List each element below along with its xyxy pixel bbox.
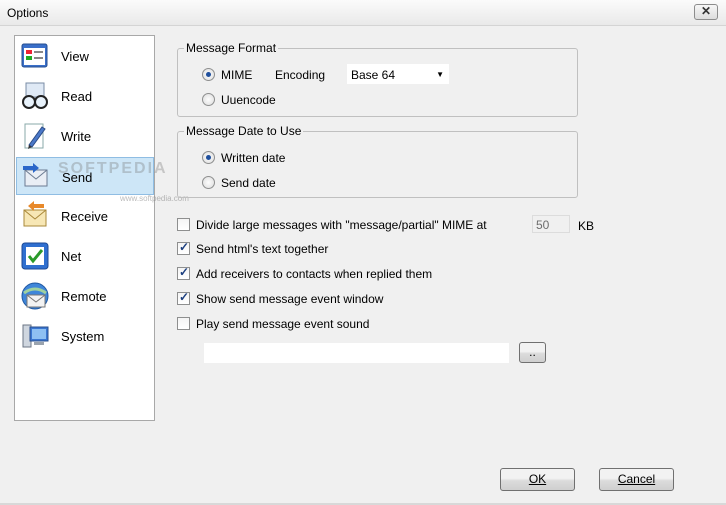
uuencode-radio[interactable] bbox=[202, 93, 215, 106]
close-button[interactable]: ✕ bbox=[694, 4, 718, 20]
event-sound-label: Play send message event sound bbox=[196, 317, 370, 331]
send-date-label: Send date bbox=[221, 176, 276, 190]
mime-label: MIME bbox=[221, 68, 253, 82]
watermark: SOFTPEDIA bbox=[58, 160, 168, 177]
system-icon bbox=[22, 324, 49, 348]
sidebar-item-label: Net bbox=[61, 249, 82, 264]
remote-icon bbox=[21, 282, 49, 310]
group-legend: Message Date to Use bbox=[184, 124, 304, 138]
chevron-down-icon: ▼ bbox=[436, 70, 444, 79]
divide-messages-label: Divide large messages with "message/part… bbox=[196, 218, 487, 232]
sidebar-item-net[interactable]: Net bbox=[16, 237, 154, 275]
sidebar-item-label: Read bbox=[61, 89, 93, 104]
sidebar-item-write[interactable]: Write bbox=[16, 117, 154, 155]
write-icon bbox=[24, 123, 46, 149]
add-receivers-label: Add receivers to contacts when replied t… bbox=[196, 267, 433, 281]
cancel-button-label: Cancel bbox=[617, 472, 656, 486]
sound-path-input[interactable] bbox=[204, 343, 509, 363]
send-html-checkbox[interactable] bbox=[177, 240, 190, 255]
net-icon bbox=[21, 242, 49, 270]
encoding-label: Encoding bbox=[275, 68, 326, 82]
ok-button[interactable]: OK bbox=[500, 468, 575, 491]
event-sound-checkbox[interactable] bbox=[177, 317, 190, 330]
divide-size-unit: KB bbox=[578, 219, 595, 233]
browse-button[interactable]: .. bbox=[519, 342, 546, 363]
written-date-label: Written date bbox=[221, 151, 286, 165]
view-icon bbox=[21, 43, 48, 68]
sidebar-item-label: System bbox=[61, 329, 105, 344]
encoding-select[interactable]: Base 64 ▼ bbox=[347, 64, 449, 84]
read-icon bbox=[22, 82, 48, 109]
uuencode-label: Uuencode bbox=[221, 93, 276, 107]
send-date-radio[interactable] bbox=[202, 176, 215, 189]
add-receivers-checkbox[interactable] bbox=[177, 265, 190, 280]
written-date-radio[interactable] bbox=[202, 151, 215, 164]
sidebar-item-label: Write bbox=[61, 129, 92, 144]
sidebar-item-view[interactable]: View bbox=[16, 37, 154, 75]
sidebar-item-remote[interactable]: Remote bbox=[16, 277, 154, 315]
encoding-value: Base 64 bbox=[351, 68, 396, 82]
receive-icon bbox=[23, 201, 47, 227]
sidebar-item-label: Remote bbox=[61, 289, 107, 304]
event-window-label: Show send message event window bbox=[196, 292, 384, 306]
cancel-button[interactable]: Cancel bbox=[599, 468, 674, 491]
divide-messages-checkbox[interactable] bbox=[177, 218, 190, 231]
category-list: View Read Write Send Receive Net Remote … bbox=[14, 35, 155, 421]
mime-radio[interactable] bbox=[202, 68, 215, 81]
divide-size-value: 50 bbox=[536, 218, 550, 232]
close-icon: ✕ bbox=[700, 4, 712, 18]
send-html-label: Send html's text together bbox=[196, 242, 329, 256]
group-legend: Message Format bbox=[184, 41, 279, 55]
sidebar-item-label: View bbox=[61, 49, 89, 64]
send-icon bbox=[23, 163, 48, 187]
sidebar-item-label: Receive bbox=[61, 209, 108, 224]
event-window-checkbox[interactable] bbox=[177, 290, 190, 305]
sidebar-item-read[interactable]: Read bbox=[16, 77, 154, 115]
divide-size-input[interactable]: 50 bbox=[532, 215, 570, 233]
title-bar: Options ✕ bbox=[0, 0, 726, 26]
sidebar-item-system[interactable]: System bbox=[16, 317, 154, 355]
window-title: Options bbox=[7, 6, 49, 20]
ok-button-label: OK bbox=[528, 472, 547, 486]
